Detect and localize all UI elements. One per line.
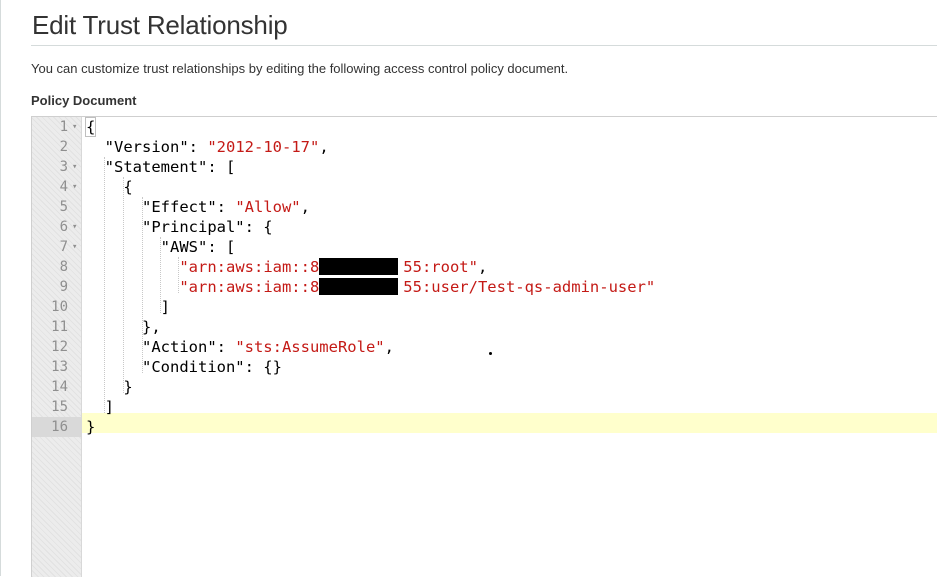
line-number-label: 6	[59, 219, 68, 235]
code-token: "Statement": [	[86, 158, 236, 176]
indent-guide	[123, 177, 124, 393]
string-token: "sts:AssumeRole"	[235, 338, 385, 356]
line-number: 7 ▾	[32, 237, 81, 257]
line-number-label: 5	[59, 199, 68, 215]
line-number: 12	[32, 337, 81, 357]
indent-guide	[160, 237, 161, 313]
code-token: }	[86, 418, 96, 436]
code-line[interactable]: "Action": "sts:AssumeRole",	[86, 337, 394, 357]
line-number: 2	[32, 137, 81, 157]
line-number-label: 14	[51, 379, 68, 395]
redaction-bar	[319, 258, 398, 275]
page-title: Edit Trust Relationship	[32, 10, 288, 40]
code-line[interactable]: }	[86, 417, 95, 437]
line-number: 16	[32, 417, 81, 437]
code-line[interactable]: "Version": "2012-10-17",	[86, 137, 329, 157]
line-number-label: 8	[59, 259, 68, 275]
code-token: "Version":	[86, 138, 208, 156]
code-token: }	[86, 378, 133, 396]
policy-document-label: Policy Document	[31, 93, 137, 108]
line-number: 8	[32, 257, 81, 277]
code-token: "Condition": {}	[86, 358, 282, 376]
fold-arrow-icon[interactable]: ▾	[72, 217, 77, 237]
code-token: ,	[384, 338, 394, 356]
page-description: You can customize trust relationships by…	[31, 61, 569, 76]
line-number-label: 15	[51, 399, 68, 415]
line-number: 6 ▾	[32, 217, 81, 237]
code-token: {	[86, 178, 133, 196]
line-number-label: 11	[51, 319, 68, 335]
code-line[interactable]: "Principal": {	[86, 217, 273, 237]
code-line[interactable]: {	[86, 177, 133, 197]
code-token: ,	[300, 198, 310, 216]
code-token: ]	[86, 298, 170, 316]
line-number-label: 7	[59, 239, 68, 255]
code-token: "Principal": {	[86, 218, 273, 236]
line-number: 14	[32, 377, 81, 397]
redaction-bar	[319, 278, 398, 295]
fold-arrow-icon[interactable]: ▾	[72, 237, 77, 257]
active-line-highlight	[82, 413, 937, 433]
code-token: ]	[86, 398, 114, 416]
line-number: 13	[32, 357, 81, 377]
fold-arrow-icon[interactable]: ▾	[72, 177, 77, 197]
code-line[interactable]: "Condition": {}	[86, 357, 282, 377]
title-divider	[31, 45, 937, 46]
editor-gutter: 1 ▾ 2 3 ▾ 4 ▾ 5 6 ▾ 7 ▾ 8 9 10 11 12 13 14 15 16	[32, 117, 82, 577]
left-border	[0, 0, 1, 576]
line-number: 11	[32, 317, 81, 337]
stray-dot	[489, 352, 492, 355]
line-number: 1 ▾	[32, 117, 81, 137]
line-number-label: 2	[59, 139, 68, 155]
line-number-label: 4	[59, 179, 68, 195]
fold-arrow-icon[interactable]: ▾	[72, 117, 77, 137]
line-number: 9	[32, 277, 81, 297]
policy-document-editor[interactable]: 1 ▾ 2 3 ▾ 4 ▾ 5 6 ▾ 7 ▾ 8 9 10 11 12 13 14 15 16 { "Version"…	[31, 116, 937, 577]
line-number-label: 9	[59, 279, 68, 295]
line-number: 3 ▾	[32, 157, 81, 177]
code-line[interactable]: {	[84, 117, 97, 137]
string-token: "arn:aws:iam::86 55:user/Test-qs-admin-u…	[179, 278, 656, 296]
indent-guide	[142, 197, 143, 373]
line-number-label: 13	[51, 359, 68, 375]
code-line[interactable]: "arn:aws:iam::86 55:root",	[86, 257, 487, 277]
line-number-label: 3	[59, 159, 68, 175]
line-number: 5	[32, 197, 81, 217]
code-line[interactable]: }	[86, 377, 133, 397]
string-token: "2012-10-17"	[207, 138, 320, 156]
fold-arrow-icon[interactable]: ▾	[72, 157, 77, 177]
code-line[interactable]: "Statement": [	[86, 157, 236, 177]
code-line[interactable]: ]	[86, 397, 114, 417]
code-token: "Effect":	[86, 198, 236, 216]
indent-guide	[178, 257, 179, 293]
code-token: "Action":	[86, 338, 236, 356]
string-token: "Allow"	[235, 198, 301, 216]
line-number: 15	[32, 397, 81, 417]
line-number: 10	[32, 297, 81, 317]
code-token: {	[84, 117, 97, 137]
line-number-label: 10	[51, 299, 68, 315]
line-number-label: 16	[51, 419, 68, 435]
line-number-label: 12	[51, 339, 68, 355]
code-line[interactable]: "Effect": "Allow",	[86, 197, 310, 217]
code-token: ,	[477, 258, 488, 276]
code-token: ,	[319, 138, 329, 156]
line-number: 4 ▾	[32, 177, 81, 197]
indent-guide	[104, 157, 105, 413]
line-number-label: 1	[59, 119, 68, 135]
code-line[interactable]: ]	[86, 297, 170, 317]
